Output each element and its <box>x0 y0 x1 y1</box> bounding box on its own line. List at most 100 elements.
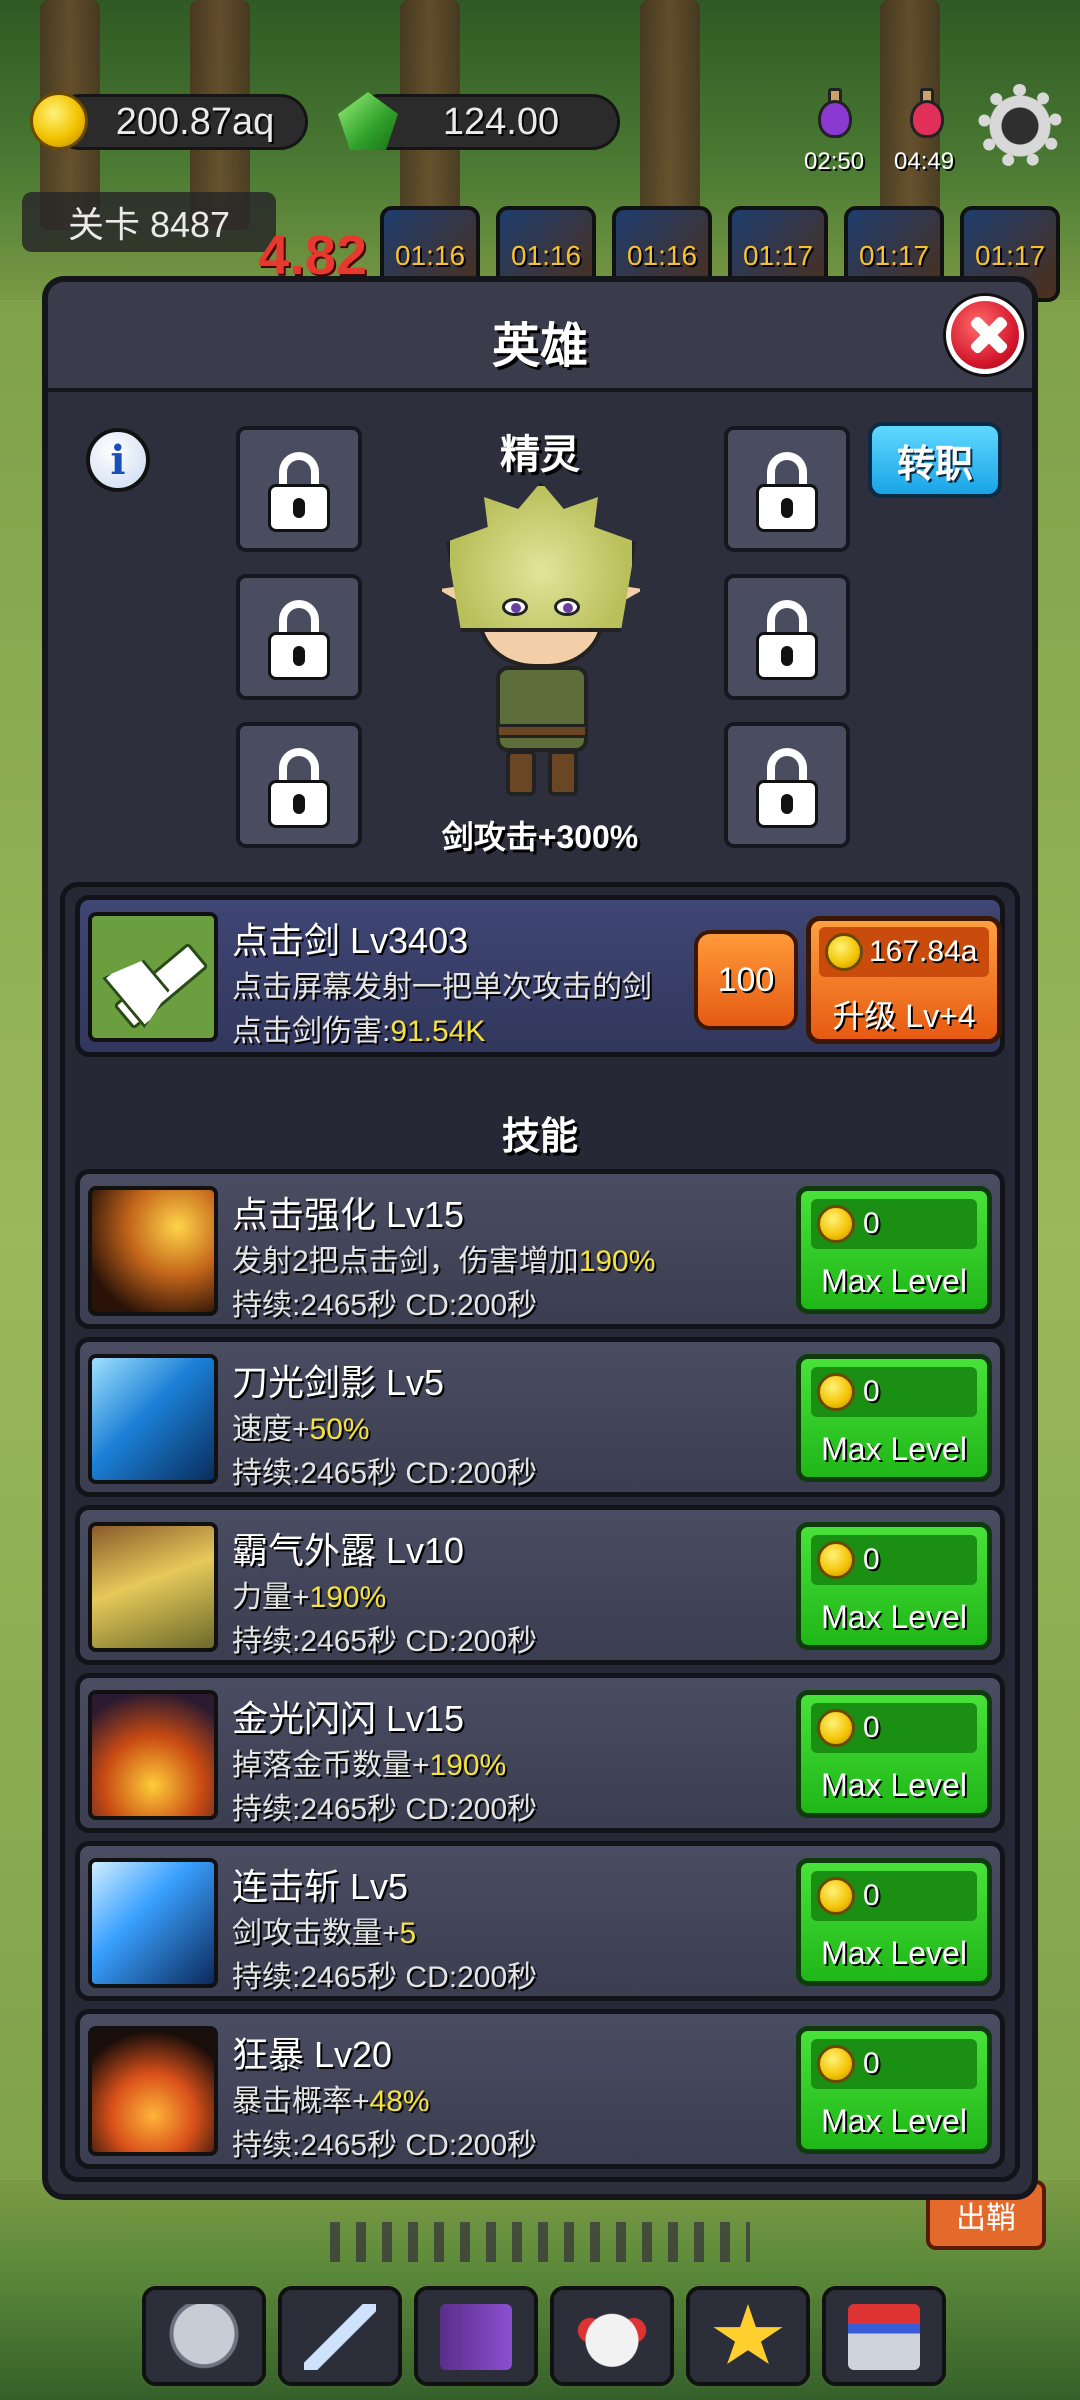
skill-desc-value: 48% <box>369 2085 430 2118</box>
hero-bonus-text: 剑攻击+300% <box>441 819 639 855</box>
gold-coin-icon <box>30 92 88 150</box>
max-level-button[interactable]: 0 Max Level <box>796 2026 992 2154</box>
skill-card: 霸气外露 Lv10 力量+190% 持续:2465秒 CD:200秒 0 Max… <box>75 1505 1005 1665</box>
skill-card: 金光闪闪 Lv15 掉落金币数量+190% 持续:2465秒 CD:200秒 0… <box>75 1673 1005 1833</box>
nav-star-button[interactable] <box>686 2286 810 2386</box>
damage-value: 91.54K <box>390 1015 486 1048</box>
coin-icon <box>817 1205 855 1243</box>
close-button[interactable] <box>946 296 1024 374</box>
skill-desc-text: 剑攻击数量+ <box>232 1917 400 1950</box>
skill-name: 点击强化 Lv15 <box>232 1194 465 1235</box>
buff-timer: 01:16 <box>510 240 582 271</box>
level-step-label: 100 <box>717 960 775 999</box>
buff-timer: 01:16 <box>626 240 698 271</box>
skills-section-title: 技能 <box>501 1116 578 1158</box>
upgrade-button[interactable]: 167.84a 升级 Lv+4 <box>806 916 1002 1044</box>
nav-boss-button[interactable] <box>550 2286 674 2386</box>
fence <box>330 2222 750 2262</box>
skill-cost: 0 <box>863 1879 880 1912</box>
coin-icon <box>817 1541 855 1579</box>
gem-amount: 124.00 <box>442 100 560 143</box>
locked-equipment-slot[interactable] <box>724 574 850 700</box>
main-skill-desc: 点击屏幕发射一把单次攻击的剑 <box>232 971 652 1004</box>
panel-title: 英雄 <box>491 320 588 373</box>
skill-cost: 0 <box>863 2047 880 2080</box>
upgrade-cost: 167.84a <box>869 935 978 968</box>
max-level-button[interactable]: 0 Max Level <box>796 1858 992 1986</box>
skills-panel: 点击剑 Lv3403 点击屏幕发射一把单次攻击的剑 点击剑伤害:91.54K 1… <box>60 882 1020 2182</box>
skill-desc: 速度+50% <box>232 1404 370 1448</box>
skill-cost: 0 <box>863 1543 880 1576</box>
skill-name: 连击斩 Lv5 <box>232 1866 409 1907</box>
skill-cost: 0 <box>863 1207 880 1240</box>
buff-timer: 01:17 <box>974 240 1046 271</box>
potion-timer-2: 04:49 <box>894 148 955 175</box>
star-icon <box>713 2304 783 2365</box>
skill-desc: 力量+190% <box>232 1572 386 1616</box>
skill-card: 点击强化 Lv15 发射2把点击剑，伤害增加190% 持续:2465秒 CD:2… <box>75 1169 1005 1329</box>
hero-panel: 英雄 i 精灵 转职 剑攻击+300% 点击剑 Lv3403 点击屏幕发射一把单… <box>42 276 1038 2200</box>
max-level-label: Max Level <box>821 1263 967 1299</box>
sword-icon <box>304 2304 376 2370</box>
gold-amount: 200.87aq <box>115 100 275 143</box>
coin-icon <box>817 1373 855 1411</box>
skill-name: 霸气外露 Lv10 <box>232 1530 465 1571</box>
locked-equipment-slot[interactable] <box>236 426 362 552</box>
stage-text: 关卡 8487 <box>67 204 231 245</box>
panel-header: 英雄 <box>48 282 1032 392</box>
knight-helmet-icon <box>168 2304 240 2370</box>
settings-gear-icon[interactable] <box>978 84 1062 168</box>
shop-icon <box>848 2304 920 2370</box>
damage-label: 点击剑伤害: <box>232 1015 391 1048</box>
skill-name: 刀光剑影 Lv5 <box>232 1362 445 1403</box>
spellbook-icon <box>440 2304 512 2370</box>
blade-shadow-skill-icon <box>88 1354 218 1484</box>
locked-equipment-slot[interactable] <box>724 426 850 552</box>
locked-equipment-slot[interactable] <box>236 574 362 700</box>
nav-weapon-button[interactable] <box>278 2286 402 2386</box>
nav-shop-button[interactable] <box>822 2286 946 2386</box>
golden-shine-skill-icon <box>88 1690 218 1820</box>
skill-desc: 剑攻击数量+5 <box>232 1908 416 1952</box>
level-step-button[interactable]: 100 <box>694 930 798 1030</box>
skill-desc: 发射2把点击剑，伤害增加190% <box>232 1236 655 1280</box>
max-level-button[interactable]: 0 Max Level <box>796 1186 992 1314</box>
max-level-button[interactable]: 0 Max Level <box>796 1354 992 1482</box>
skill-desc-text: 掉落金币数量+ <box>232 1749 430 1782</box>
skill-desc-value: 190% <box>309 1581 387 1614</box>
domineering-skill-icon <box>88 1522 218 1652</box>
coin-icon <box>825 933 863 971</box>
buff-timer: 01:17 <box>858 240 930 271</box>
berserk-skill-icon <box>88 2026 218 2156</box>
elf-hero-portrait <box>426 462 656 802</box>
skill-name: 金光闪闪 Lv15 <box>232 1698 465 1739</box>
skill-card: 连击斩 Lv5 剑攻击数量+5 持续:2465秒 CD:200秒 0 Max L… <box>75 1841 1005 2001</box>
combo-slash-skill-icon <box>88 1858 218 1988</box>
coin-icon <box>817 2045 855 2083</box>
upgrade-label: 升级 Lv+4 <box>832 998 976 1034</box>
max-level-label: Max Level <box>821 1767 967 1803</box>
max-level-button[interactable]: 0 Max Level <box>796 1522 992 1650</box>
max-level-label: Max Level <box>821 2103 967 2139</box>
stage-label: 关卡 8487 <box>22 192 276 252</box>
nav-hero-button[interactable] <box>142 2286 266 2386</box>
purple-potion-icon[interactable] <box>812 86 858 142</box>
skill-cost: 0 <box>863 1375 880 1408</box>
skill-desc-value: 5 <box>399 1917 417 1950</box>
nav-spellbook-button[interactable] <box>414 2286 538 2386</box>
job-change-button[interactable]: 转职 <box>868 422 1002 498</box>
skill-desc-value: 50% <box>309 1413 370 1446</box>
red-potion-icon[interactable] <box>904 86 950 142</box>
main-skill-name: 点击剑 Lv3403 <box>232 920 469 961</box>
main-skill-damage: 点击剑伤害:91.54K <box>232 1006 485 1050</box>
job-change-label: 转职 <box>896 443 973 486</box>
skill-name: 狂暴 Lv20 <box>232 2034 393 2075</box>
skill-desc-value: 190% <box>429 1749 507 1782</box>
skill-desc-text: 暴击概率+ <box>232 2085 370 2118</box>
skill-card: 狂暴 Lv20 暴击概率+48% 持续:2465秒 CD:200秒 0 Max … <box>75 2009 1005 2169</box>
max-level-label: Max Level <box>821 1935 967 1971</box>
max-level-label: Max Level <box>821 1431 967 1467</box>
skull-crown-icon <box>576 2304 648 2370</box>
max-level-button[interactable]: 0 Max Level <box>796 1690 992 1818</box>
buff-timer: 01:17 <box>742 240 814 271</box>
